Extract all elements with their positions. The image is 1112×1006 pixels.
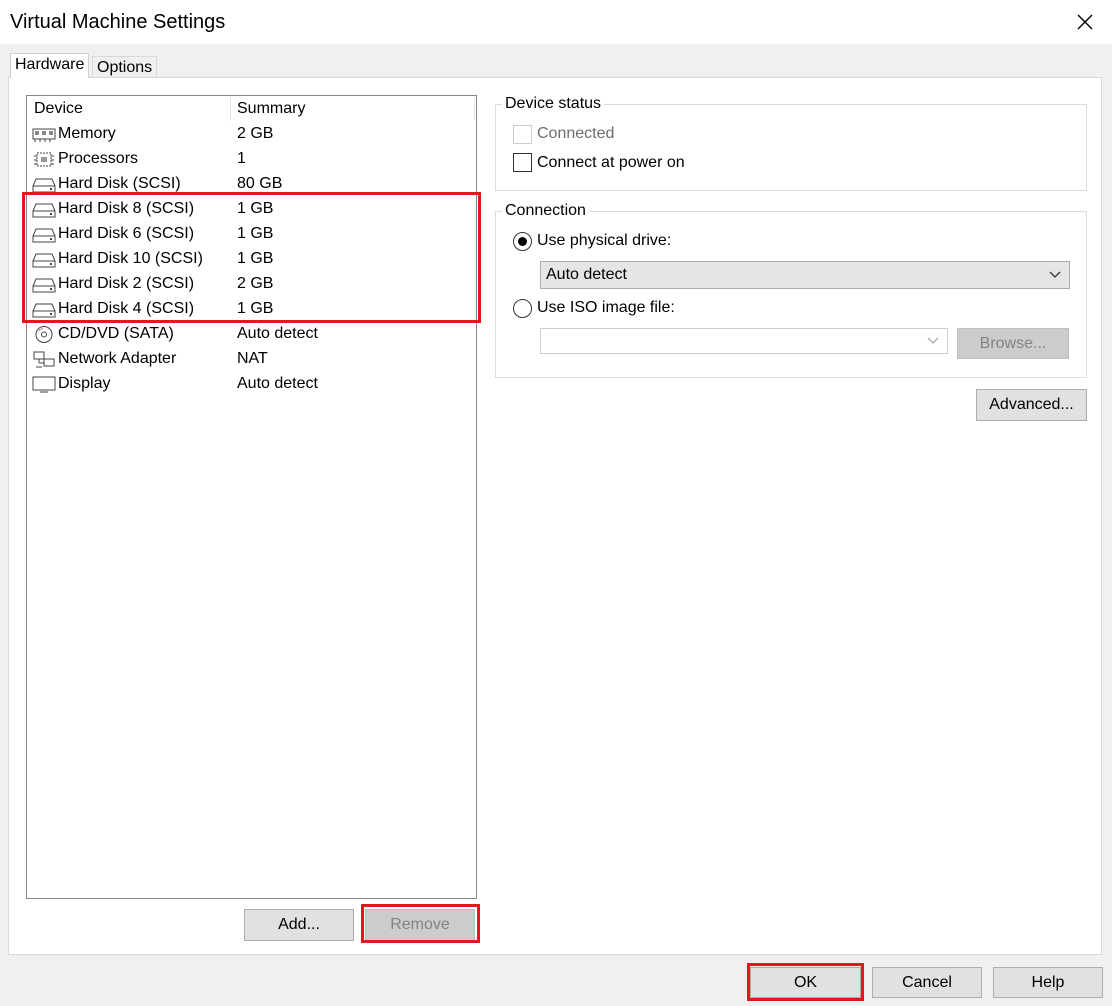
connection-title: Connection (502, 202, 589, 220)
device-status-group: Device status Connected Connect at power… (495, 95, 1087, 191)
device-row-hard-disk-6[interactable]: Hard Disk 6 (SCSI) 1 GB (27, 222, 476, 247)
device-name: CD/DVD (SATA) (58, 325, 174, 342)
device-list[interactable]: Device Summary Memory 2 GB Processors 1 … (26, 95, 477, 899)
hard-disk-icon (32, 303, 56, 318)
add-button[interactable]: Add... (244, 909, 354, 941)
device-row-processors[interactable]: Processors 1 (27, 147, 476, 172)
ok-button[interactable]: OK (750, 967, 861, 998)
device-status-title: Device status (502, 95, 605, 113)
device-name: Hard Disk 6 (SCSI) (58, 225, 195, 242)
device-row-network-adapter[interactable]: Network Adapter NAT (27, 347, 476, 372)
chevron-down-icon (927, 337, 939, 344)
use-iso-image-radio[interactable] (513, 299, 532, 318)
hard-disk-icon (32, 278, 56, 293)
device-row-hard-disk-2[interactable]: Hard Disk 2 (SCSI) 2 GB (27, 272, 476, 297)
cancel-button[interactable]: Cancel (872, 967, 982, 998)
window-title: Virtual Machine Settings (10, 11, 226, 33)
chevron-down-icon (1049, 271, 1061, 278)
device-row-display[interactable]: Display Auto detect (27, 372, 476, 397)
device-row-memory[interactable]: Memory 2 GB (27, 122, 476, 147)
device-list-header: Device Summary (27, 96, 476, 122)
connect-at-power-on-label: Connect at power on (537, 154, 685, 171)
use-physical-drive-radio[interactable] (513, 232, 532, 251)
device-name: Processors (58, 150, 139, 167)
dialog-footer: OK Cancel Help (0, 955, 1112, 1006)
device-name: Hard Disk 8 (SCSI) (58, 200, 195, 217)
device-summary: 1 GB (237, 300, 274, 317)
use-iso-image-label: Use ISO image file: (537, 299, 675, 316)
device-summary: Auto detect (237, 325, 318, 342)
device-row-hard-disk-10[interactable]: Hard Disk 10 (SCSI) 1 GB (27, 247, 476, 272)
device-summary: NAT (237, 350, 268, 367)
use-physical-drive-label: Use physical drive: (537, 232, 672, 249)
device-name: Hard Disk 10 (SCSI) (58, 250, 203, 267)
close-icon (1077, 14, 1093, 30)
device-summary: 1 (237, 150, 246, 167)
device-summary: 1 GB (237, 250, 274, 267)
dialog-body: Hardware Options Device Summary Memory 2… (0, 44, 1112, 1006)
close-button[interactable] (1072, 9, 1098, 35)
processor-icon (34, 152, 54, 167)
physical-drive-select[interactable]: Auto detect (540, 261, 1070, 289)
device-name: Hard Disk (SCSI) (58, 175, 181, 192)
remove-button[interactable]: Remove (365, 909, 475, 941)
hard-disk-icon (32, 178, 56, 193)
device-summary: 1 GB (237, 225, 274, 242)
tab-hardware[interactable]: Hardware (10, 53, 90, 78)
help-button[interactable]: Help (993, 967, 1103, 998)
device-name: Hard Disk 2 (SCSI) (58, 275, 195, 292)
tab-options[interactable]: Options (92, 56, 158, 78)
device-name: Display (58, 375, 111, 392)
display-icon (32, 376, 56, 393)
hardware-panel: Device Summary Memory 2 GB Processors 1 … (8, 77, 1102, 955)
device-name: Memory (58, 125, 116, 142)
hard-disk-icon (32, 253, 56, 268)
title-bar: Virtual Machine Settings (0, 0, 1112, 44)
column-separator[interactable] (230, 97, 231, 121)
device-summary: Auto detect (237, 375, 318, 392)
advanced-button[interactable]: Advanced... (976, 389, 1087, 421)
connection-group: Connection Use physical drive: Auto dete… (495, 202, 1087, 378)
column-header-device[interactable]: Device (34, 100, 83, 118)
device-row-hard-disk[interactable]: Hard Disk (SCSI) 80 GB (27, 172, 476, 197)
physical-drive-value: Auto detect (546, 266, 627, 283)
device-summary: 2 GB (237, 125, 274, 142)
cd-dvd-icon (35, 326, 53, 343)
network-adapter-icon (33, 351, 55, 368)
radio-selected-dot (518, 237, 527, 246)
device-row-hard-disk-4[interactable]: Hard Disk 4 (SCSI) 1 GB (27, 297, 476, 322)
device-summary: 1 GB (237, 200, 274, 217)
hard-disk-icon (32, 203, 56, 218)
iso-file-combo[interactable] (540, 328, 948, 354)
hard-disk-icon (32, 228, 56, 243)
device-summary: 80 GB (237, 175, 283, 192)
device-name: Network Adapter (58, 350, 177, 367)
memory-icon (32, 128, 56, 142)
device-row-cd-dvd[interactable]: CD/DVD (SATA) Auto detect (27, 322, 476, 347)
device-summary: 2 GB (237, 275, 274, 292)
connected-label: Connected (537, 125, 615, 142)
column-separator[interactable] (474, 97, 475, 121)
connect-at-power-on-checkbox[interactable] (513, 153, 532, 172)
browse-button[interactable]: Browse... (957, 328, 1069, 359)
device-name: Hard Disk 4 (SCSI) (58, 300, 195, 317)
connected-checkbox[interactable] (513, 125, 532, 144)
column-header-summary[interactable]: Summary (237, 100, 305, 118)
device-row-hard-disk-8[interactable]: Hard Disk 8 (SCSI) 1 GB (27, 197, 476, 222)
